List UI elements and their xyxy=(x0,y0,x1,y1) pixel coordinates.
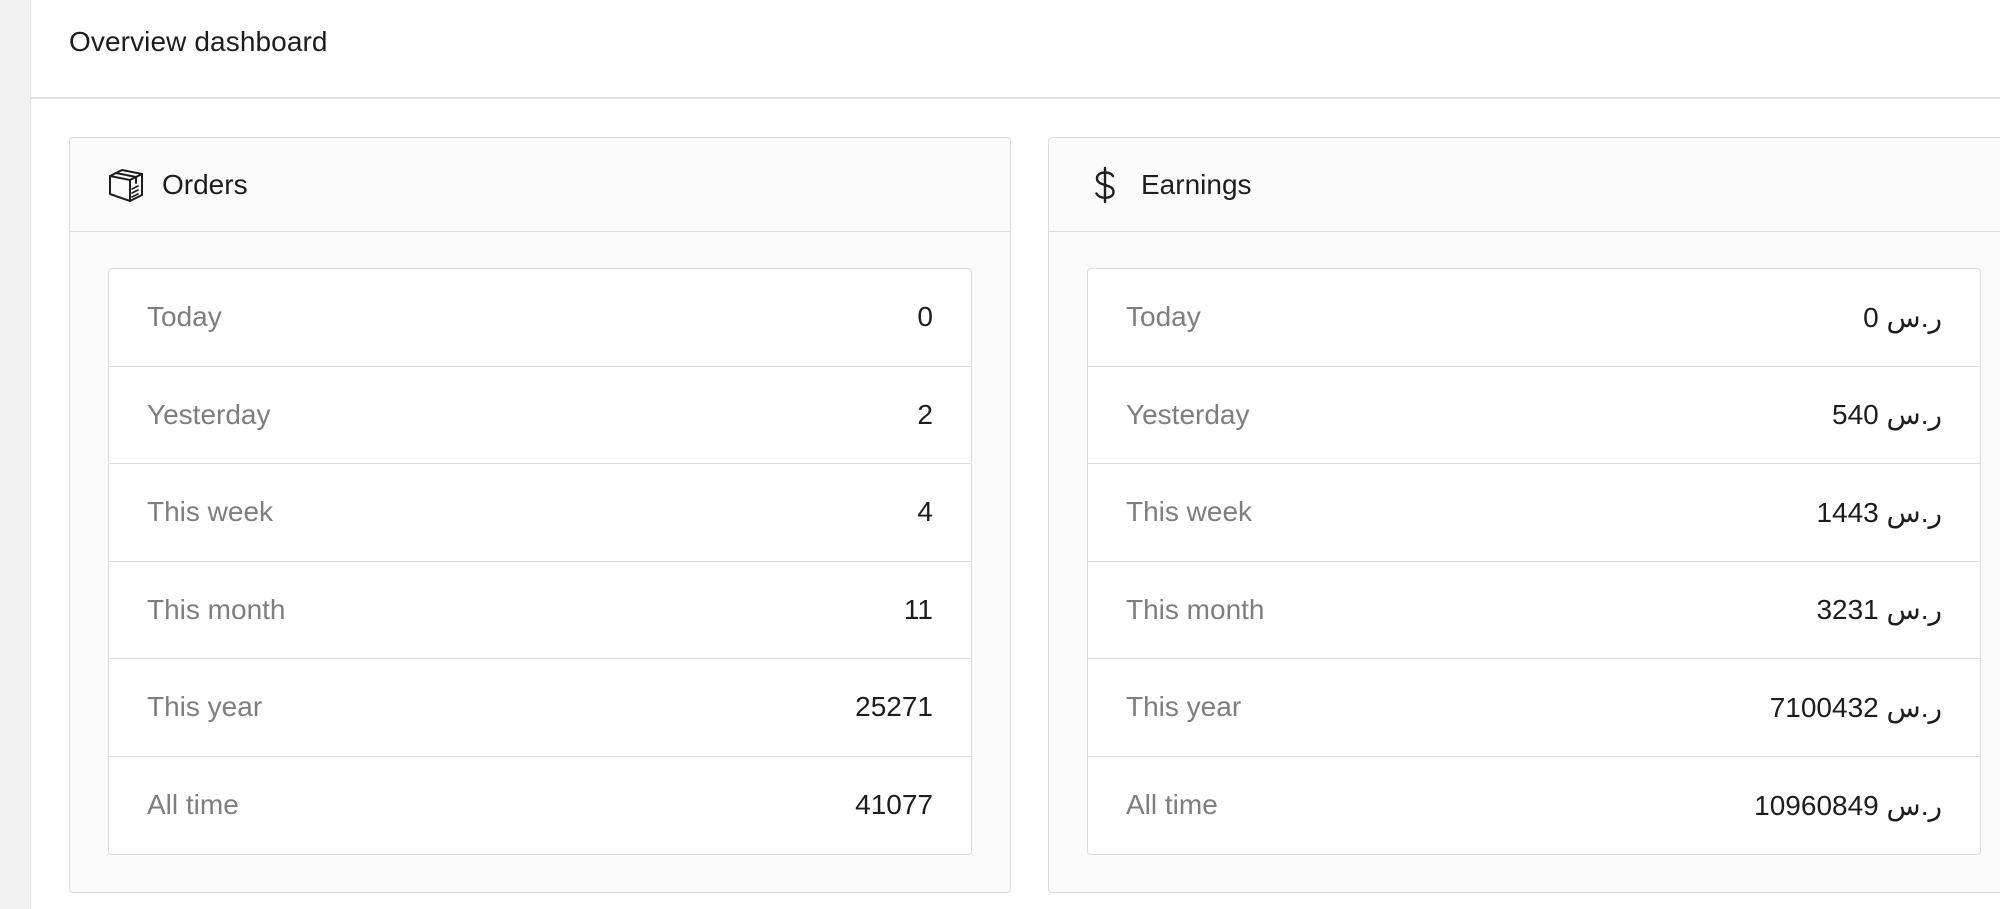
page-header: Overview dashboard xyxy=(31,0,2000,99)
stat-label: This month xyxy=(147,593,286,625)
stat-value: ر.س 10960849 xyxy=(1754,789,1942,821)
stat-label: This year xyxy=(147,691,263,723)
stat-label: Today xyxy=(1126,301,1201,333)
orders-stats-list: Today 0 Yesterday 2 This week 4 This mon… xyxy=(108,268,972,855)
stat-value: ر.س 0 xyxy=(1863,301,1942,333)
stat-label: Today xyxy=(147,301,222,333)
stat-row-today: Today ر.س 0 xyxy=(1088,269,1980,367)
stat-label: This week xyxy=(1126,496,1253,528)
stat-row-this-week: This week 4 xyxy=(109,464,971,562)
left-rail xyxy=(0,0,31,909)
stat-label: All time xyxy=(147,789,239,821)
orders-card-header: Orders xyxy=(70,138,1010,232)
stat-row-this-week: This week ر.س 1443 xyxy=(1088,464,1980,562)
stat-value: 41077 xyxy=(855,789,933,821)
orders-card: Orders Today 0 Yesterday 2 This week 4 T… xyxy=(69,137,1011,893)
stat-row-all-time: All time ر.س 10960849 xyxy=(1088,757,1980,855)
stat-value: 0 xyxy=(917,301,933,333)
stat-value: 4 xyxy=(917,496,933,528)
dollar-icon xyxy=(1085,165,1125,205)
stat-label: This year xyxy=(1126,691,1242,723)
stat-label: Yesterday xyxy=(147,398,271,430)
stat-row-this-year: This year ر.س 7100432 xyxy=(1088,659,1980,757)
stat-value: ر.س 7100432 xyxy=(1769,691,1942,723)
page-title: Overview dashboard xyxy=(69,25,328,57)
stat-row-all-time: All time 41077 xyxy=(109,757,971,855)
orders-card-title: Orders xyxy=(162,168,248,200)
earnings-card-title: Earnings xyxy=(1141,168,1252,200)
stat-row-yesterday: Yesterday ر.س 540 xyxy=(1088,367,1980,464)
earnings-stats-list: Today ر.س 0 Yesterday ر.س 540 This week … xyxy=(1087,268,1981,855)
earnings-card-header: Earnings xyxy=(1049,138,2000,232)
package-icon xyxy=(106,165,146,205)
stat-label: This week xyxy=(147,496,274,528)
stat-value: 25271 xyxy=(855,691,933,723)
stat-value: 2 xyxy=(917,398,933,430)
main-content: Overview dashboard Orders Today 0 Yester… xyxy=(31,0,2000,909)
stat-label: Yesterday xyxy=(1126,398,1250,430)
earnings-card: Earnings Today ر.س 0 Yesterday ر.س 540 T… xyxy=(1048,137,2000,893)
stat-value: ر.س 3231 xyxy=(1816,594,1942,626)
stat-label: This month xyxy=(1126,593,1265,625)
stat-row-yesterday: Yesterday 2 xyxy=(109,367,971,464)
stat-row-this-month: This month 11 xyxy=(109,562,971,659)
stat-label: All time xyxy=(1126,789,1218,821)
stat-value: ر.س 540 xyxy=(1832,399,1942,431)
stat-row-today: Today 0 xyxy=(109,269,971,367)
stat-value: ر.س 1443 xyxy=(1816,496,1942,528)
stat-row-this-year: This year 25271 xyxy=(109,659,971,757)
stat-row-this-month: This month ر.س 3231 xyxy=(1088,562,1980,659)
stat-value: 11 xyxy=(903,593,933,625)
